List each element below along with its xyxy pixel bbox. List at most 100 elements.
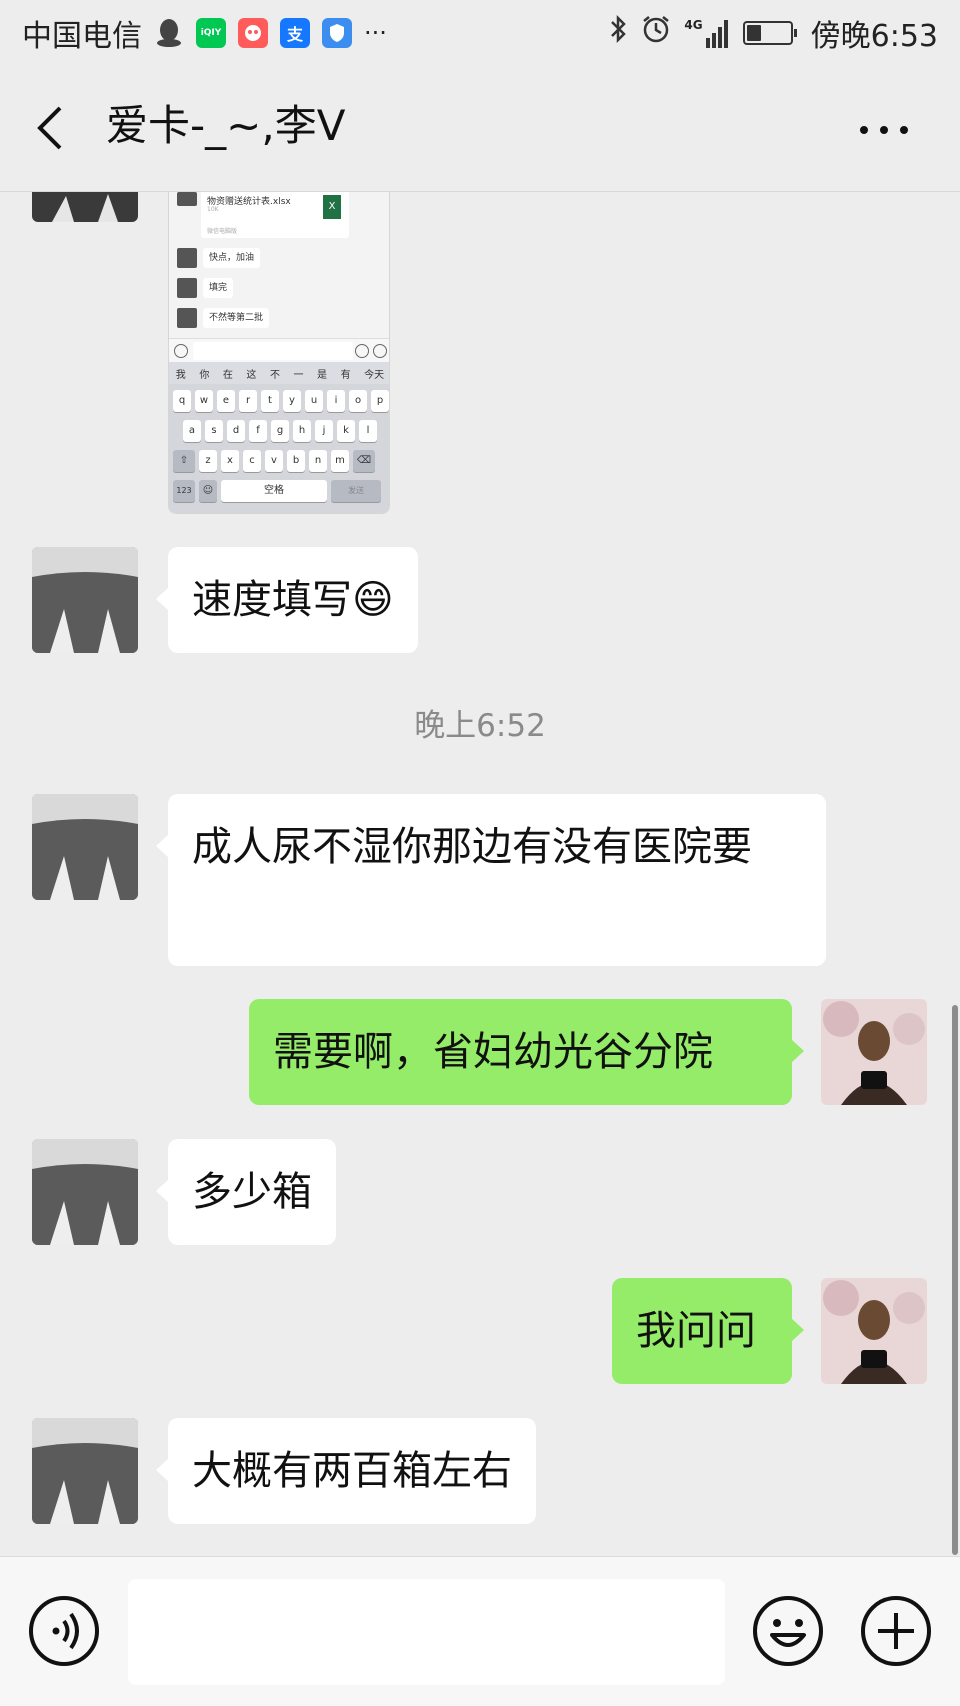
mini-input-row (169, 338, 389, 362)
signal-icon: 4G (684, 18, 730, 48)
contact-avatar[interactable] (32, 192, 138, 222)
key-row: asdfghjkl (183, 420, 377, 442)
key-send: 发送 (331, 480, 381, 502)
candidate-word: 这 (246, 369, 257, 381)
key-f: f (249, 420, 267, 442)
message-bubble-incoming[interactable]: 成人尿不湿你那边有没有医院要 (156, 794, 826, 966)
mini-avatar (177, 248, 197, 268)
message-input[interactable] (128, 1579, 725, 1685)
status-bar: 中国电信 iQIY 支 ··· 4G 傍晚6:53 (0, 0, 960, 66)
file-size: 10K (207, 206, 219, 213)
candidate-word: 是 (317, 369, 328, 381)
key-a: a (183, 420, 201, 442)
mini-keyboard: 我 你在 这不 一 是有 今天 qwertyuiop asdfghjkl ⇧ z x c v b n m… (169, 362, 389, 513)
file-source: 微信电脑版 (207, 228, 238, 235)
key-row: 123 ☺ 空格 发送 (173, 480, 381, 502)
alipay-icon-label: 支 (286, 25, 303, 44)
key-row: qwertyuiop (173, 390, 389, 412)
candidate-word: 不 (269, 369, 280, 381)
key-d: d (227, 420, 245, 442)
alipay-icon: 支 (280, 18, 310, 48)
message-bubble-outgoing[interactable]: 需要啊，省妇幼光谷分院 (249, 999, 804, 1105)
more-functions-button[interactable] (860, 1595, 932, 1667)
shield-icon (322, 18, 352, 48)
scrollbar[interactable] (952, 1005, 958, 1555)
key-z: z (199, 450, 217, 472)
mini-message: 不然等第二批 (203, 308, 270, 328)
screenshot-image-message[interactable]: 物资赠送统计表.xlsx 10K 微信电脑版 X 快点，加油 填完 不然等第二批… (168, 192, 390, 514)
message-bubble-incoming[interactable]: 速度填写😄 (156, 547, 418, 653)
key-t: t (261, 390, 279, 412)
message-bubble-incoming[interactable]: 多少箱 (156, 1139, 336, 1245)
iqiyi-icon: iQIY (196, 18, 226, 48)
key-i: i (327, 390, 345, 412)
chat-header: 爱卡-_~,李V (0, 66, 960, 192)
candidate-word: 我 (175, 369, 186, 381)
more-notifications-icon: ··· (364, 19, 387, 47)
key-l: l (359, 420, 377, 442)
iqiyi-icon-label: iQIY (200, 28, 222, 38)
key-space: 空格 (221, 480, 327, 502)
candidate-word: 今天 (364, 369, 385, 381)
key-123: 123 (173, 480, 195, 502)
key-m: m (331, 450, 349, 472)
key-shift: ⇧ (173, 450, 195, 472)
key-v: v (265, 450, 283, 472)
message-bubble-incoming[interactable]: 大概有两百箱左右 (156, 1418, 536, 1524)
back-arrow-icon (37, 106, 62, 150)
file-name: 物资赠送统计表.xlsx (207, 197, 291, 207)
key-n: n (309, 450, 327, 472)
mini-input-field (193, 342, 353, 360)
carrier-label: 中国电信 (22, 19, 142, 54)
key-u: u (305, 390, 323, 412)
key-y: y (283, 390, 301, 412)
mini-avatar (177, 192, 197, 206)
mini-message: 填完 (203, 278, 234, 298)
key-w: w (195, 390, 213, 412)
key-r: r (239, 390, 257, 412)
key-j: j (315, 420, 333, 442)
clock-time: 傍晚6:53 (810, 19, 938, 54)
mini-avatar (177, 278, 197, 298)
contact-avatar[interactable] (32, 1139, 138, 1245)
battery-level (746, 25, 762, 41)
my-avatar[interactable] (821, 999, 927, 1105)
candidate-word: 你 (199, 369, 210, 381)
chat-title: 爱卡-_~,李V (106, 101, 346, 150)
excel-file-icon: X (323, 195, 341, 219)
key-h: h (293, 420, 311, 442)
candidate-bar: 我 你在 这不 一 是有 今天 (169, 362, 389, 384)
key-x: x (221, 450, 239, 472)
alarm-icon (640, 13, 672, 53)
candidate-word: 一 (293, 369, 304, 381)
key-s: s (205, 420, 223, 442)
key-q: q (173, 390, 191, 412)
message-bubble-outgoing[interactable]: 我问问 (612, 1278, 804, 1384)
smiley-icon (753, 1596, 823, 1666)
contact-avatar[interactable] (32, 547, 138, 653)
mini-plus-icon (373, 344, 387, 358)
voice-input-button[interactable] (28, 1595, 100, 1667)
input-bar (0, 1556, 960, 1706)
key-p: p (371, 390, 389, 412)
back-button[interactable] (30, 98, 80, 158)
mini-message: 快点，加油 (203, 248, 261, 268)
battery-icon (742, 21, 797, 45)
more-dots-icon (860, 126, 908, 134)
chat-info-button[interactable] (852, 102, 916, 158)
plus-icon (861, 1596, 931, 1666)
my-avatar[interactable] (821, 1278, 927, 1384)
key-g: g (271, 420, 289, 442)
contact-avatar[interactable] (32, 1418, 138, 1524)
xianyu-icon (238, 18, 268, 48)
key-b: b (287, 450, 305, 472)
key-c: c (243, 450, 261, 472)
voice-icon (29, 1596, 99, 1666)
key-o: o (349, 390, 367, 412)
network-type-label: 4G (684, 18, 703, 32)
qq-icon (154, 18, 184, 48)
bluetooth-icon (608, 13, 628, 53)
status-right: 4G 傍晚6:53 (608, 11, 938, 55)
contact-avatar[interactable] (32, 794, 138, 900)
emoji-button[interactable] (752, 1595, 824, 1667)
